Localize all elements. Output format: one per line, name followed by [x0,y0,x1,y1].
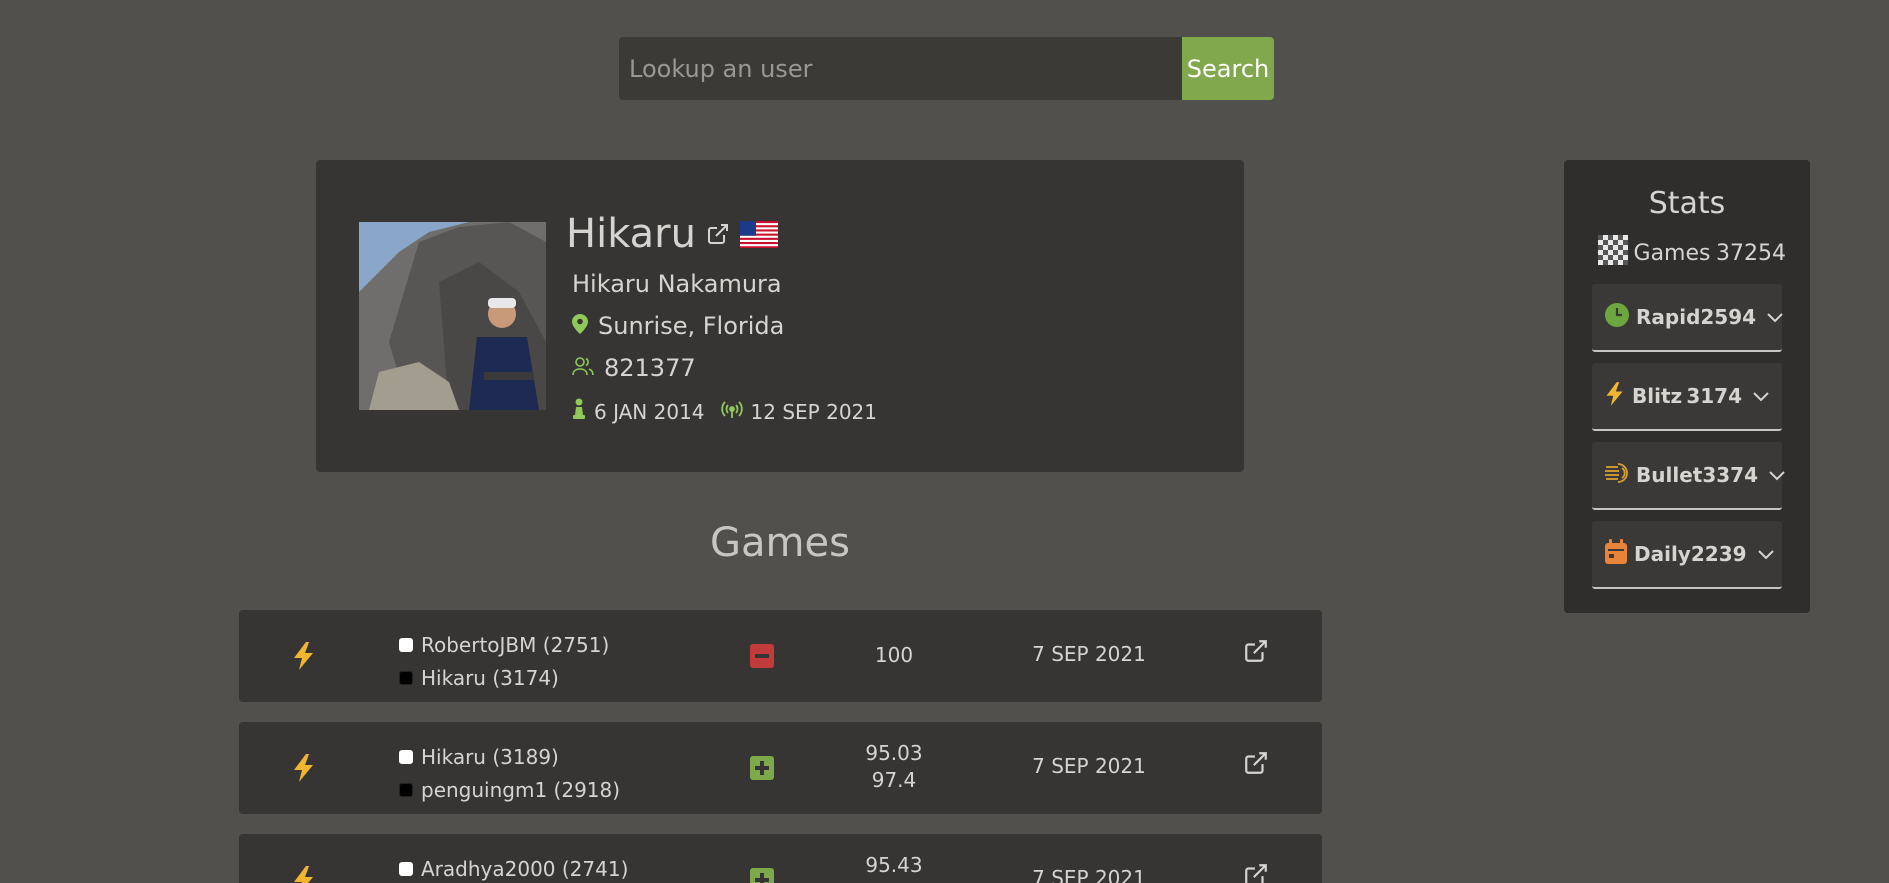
clock-icon [1604,302,1630,333]
accuracy: 95.43 [834,852,954,879]
games-heading: Games [710,520,850,566]
white-player-name[interactable]: Aradhya2000 (2741) [421,857,628,881]
external-link-icon[interactable] [706,222,730,246]
external-link-icon[interactable] [1243,862,1269,883]
black-player-name[interactable]: Hikaru (3174) [421,666,559,690]
last-online-date: 12 SEP 2021 [750,399,877,424]
rating-blitz[interactable]: Blitz 3174 [1592,363,1782,431]
white-player: RobertoJBM (2751) [399,628,609,661]
us-flag-icon [739,220,778,248]
white-piece-icon [399,637,413,652]
search-bar: Search [619,37,1274,100]
games-label: Games [1633,240,1711,266]
search-button[interactable]: Search [1182,37,1274,100]
followers-count: 821377 [604,354,696,382]
loss-icon [750,644,774,668]
games-count: 37254 [1716,240,1786,266]
black-player: Hikaru (3174) [399,661,609,694]
pawn-icon [572,398,586,425]
rating-name: Blitz [1632,384,1683,408]
bolt-icon [291,754,317,786]
stats-title: Stats [1648,186,1726,221]
location-text: Sunrise, Florida [598,312,785,340]
white-player: Aradhya2000 (2741) [399,852,628,883]
game-date: 7 SEP 2021 [1032,642,1146,666]
username: Hikaru [566,211,696,257]
chevron-down-icon [1766,305,1784,329]
rating-daily[interactable]: Daily 2239 [1592,521,1782,589]
game-row: Aradhya2000 (2741) 95.43 7 SEP 2021 [239,834,1322,883]
rating-name: Bullet [1636,463,1703,487]
white-piece-icon [399,861,413,876]
game-players: RobertoJBM (2751) Hikaru (3174) [399,628,609,694]
accuracy-value: 97.4 [871,768,917,792]
bolt-icon [291,866,317,883]
win-icon [750,868,774,883]
followers-row: 821377 [572,354,893,382]
bolt-icon [1604,381,1626,412]
external-link-icon[interactable] [1243,638,1269,668]
profile-info: Hikaru Hikaru Nakamura Sunrise, Florida … [566,210,893,425]
rating-value: 2594 [1700,305,1757,329]
white-piece-icon [399,749,413,764]
rating-value: 2239 [1690,542,1747,566]
bullet-icon [1604,460,1630,491]
chevron-down-icon [1757,542,1775,566]
search-input[interactable] [619,37,1182,100]
games-total-row: Games 37254 [1564,235,1810,271]
accuracy: 95.03 97.4 [834,740,954,794]
name-row: Hikaru [566,210,893,258]
external-link-icon[interactable] [1243,750,1269,780]
avatar [359,222,546,410]
location-row: Sunrise, Florida [572,312,893,340]
rating-name: Rapid [1636,305,1701,329]
game-row: Hikaru (3189) penguingm1 (2918) 95.03 97… [239,722,1322,814]
white-player-name[interactable]: RobertoJBM (2751) [421,633,609,657]
users-icon [572,354,594,382]
black-player: penguingm1 (2918) [399,773,620,806]
black-piece-icon [399,670,413,685]
real-name: Hikaru Nakamura [572,270,782,298]
black-piece-icon [399,782,413,797]
game-date: 7 SEP 2021 [1032,754,1146,778]
broadcast-icon [720,400,743,424]
calendar-icon [1604,538,1628,570]
profile-card: Hikaru Hikaru Nakamura Sunrise, Florida … [316,160,1244,472]
accuracy-value: 100 [874,643,914,667]
location-pin-icon [572,312,588,340]
rating-rapid[interactable]: Rapid 2594 [1592,284,1784,352]
rating-value: 3174 [1686,384,1742,408]
black-player-name[interactable]: penguingm1 (2918) [421,778,620,802]
win-icon [750,756,774,780]
accuracy: 100 [834,642,954,669]
game-players: Hikaru (3189) penguingm1 (2918) [399,740,620,806]
rating-name: Daily [1634,542,1691,566]
bolt-icon [291,642,317,674]
dates-row: 6 JAN 2014 12 SEP 2021 [572,398,893,425]
accuracy-value: 95.03 [865,741,923,765]
stats-panel: Stats Games 37254 Rapid 2594 Blitz 3174 … [1564,160,1810,613]
white-player-name[interactable]: Hikaru (3189) [421,745,559,769]
chessboard-icon [1598,235,1628,271]
accuracy-value: 95.43 [865,853,923,877]
white-player: Hikaru (3189) [399,740,620,773]
game-row: RobertoJBM (2751) Hikaru (3174) 100 7 SE… [239,610,1322,702]
joined-date: 6 JAN 2014 [594,399,705,424]
chevron-down-icon [1768,463,1786,487]
game-date: 7 SEP 2021 [1032,866,1146,883]
chevron-down-icon [1752,384,1770,408]
rating-value: 3374 [1702,463,1758,487]
rating-bullet[interactable]: Bullet 3374 [1592,442,1785,510]
game-players: Aradhya2000 (2741) [399,852,628,883]
